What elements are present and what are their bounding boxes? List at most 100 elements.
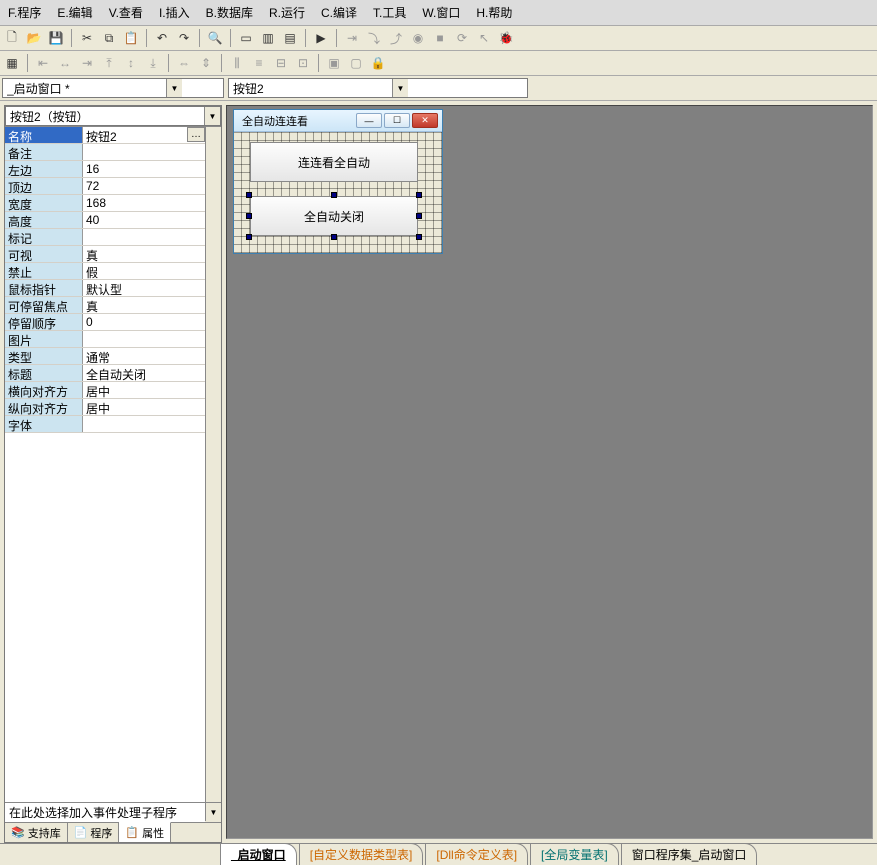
property-row[interactable]: 可视真 <box>5 246 205 263</box>
property-row[interactable]: 鼠标指针默认型 <box>5 280 205 297</box>
property-row[interactable]: 顶边72 <box>5 178 205 195</box>
property-value[interactable]: 16 <box>83 161 205 177</box>
property-value[interactable]: 居中 <box>83 399 205 415</box>
vertical-scrollbar[interactable] <box>205 127 221 802</box>
property-row[interactable]: 名称按钮2… <box>5 127 205 144</box>
btab-custom-types[interactable]: [自定义数据类型表] <box>299 843 424 865</box>
property-value[interactable]: 168 <box>83 195 205 211</box>
minimize-button[interactable]: — <box>356 113 382 128</box>
property-value[interactable]: 真 <box>83 297 205 313</box>
property-value[interactable]: 居中 <box>83 382 205 398</box>
menu-program[interactable]: F.程序 <box>4 2 45 23</box>
resize-handle-nw[interactable] <box>246 192 252 198</box>
menu-insert[interactable]: I.插入 <box>155 2 194 23</box>
form-body[interactable]: 连连看全自动 全自动关闭 <box>234 132 442 253</box>
property-row[interactable]: 标题全自动关闭 <box>5 365 205 382</box>
breakpoint-icon[interactable]: ◉ <box>408 28 428 48</box>
control-combo[interactable]: ▼ <box>228 78 528 98</box>
stop-icon[interactable]: ■ <box>430 28 450 48</box>
same-width-icon[interactable]: ⇔ <box>174 53 194 73</box>
resize-handle-n[interactable] <box>331 192 337 198</box>
event-selector[interactable]: ▼ <box>5 802 221 822</box>
resize-handle-w[interactable] <box>246 213 252 219</box>
property-value[interactable]: 40 <box>83 212 205 228</box>
resize-handle-sw[interactable] <box>246 234 252 240</box>
run-icon[interactable]: ▶ <box>311 28 331 48</box>
property-value[interactable] <box>83 229 205 245</box>
property-value[interactable] <box>83 144 205 160</box>
btab-window-procs[interactable]: 窗口程序集_启动窗口 <box>621 843 758 865</box>
chevron-down-icon[interactable]: ▼ <box>204 107 220 125</box>
property-value[interactable]: 通常 <box>83 348 205 364</box>
object-selector-input[interactable] <box>6 107 204 125</box>
btab-startup-window[interactable]: _启动窗口 <box>220 843 297 865</box>
redo-icon[interactable]: ↷ <box>174 28 194 48</box>
property-row[interactable]: 可停留焦点真 <box>5 297 205 314</box>
event-selector-input[interactable] <box>5 803 205 822</box>
property-value[interactable]: 假 <box>83 263 205 279</box>
control-combo-input[interactable] <box>229 79 392 97</box>
ellipsis-button[interactable]: … <box>187 127 205 142</box>
tab-properties[interactable]: 📋 属性 <box>119 822 171 842</box>
property-value[interactable] <box>83 331 205 347</box>
property-row[interactable]: 宽度168 <box>5 195 205 212</box>
tab-support-lib[interactable]: 📚 支持库 <box>5 823 68 842</box>
align-middle-icon[interactable]: ↕ <box>121 53 141 73</box>
resize-handle-s[interactable] <box>331 234 337 240</box>
step-into-icon[interactable]: ⤵ <box>364 28 384 48</box>
send-back-icon[interactable]: ▢ <box>346 53 366 73</box>
form-titlebar[interactable]: 全自动连连看 — ☐ ✕ <box>234 110 442 132</box>
grid-icon[interactable]: ▦ <box>2 53 22 73</box>
menu-tools[interactable]: T.工具 <box>369 2 410 23</box>
tab-program[interactable]: 📄 程序 <box>68 823 120 842</box>
design-surface[interactable]: 全自动连连看 — ☐ ✕ 连连看全自动 全自动关闭 <box>226 105 873 839</box>
layout1-icon[interactable]: ▭ <box>236 28 256 48</box>
property-row[interactable]: 字体 <box>5 416 205 433</box>
design-button-1[interactable]: 连连看全自动 <box>250 142 418 182</box>
menu-database[interactable]: B.数据库 <box>202 2 257 23</box>
align-left-icon[interactable]: ⇤ <box>33 53 53 73</box>
property-row[interactable]: 禁止假 <box>5 263 205 280</box>
menu-view[interactable]: V.查看 <box>105 2 147 23</box>
dist-v-icon[interactable]: ≡ <box>249 53 269 73</box>
btab-global-vars[interactable]: [全局变量表] <box>530 843 619 865</box>
property-row[interactable]: 左边16 <box>5 161 205 178</box>
property-row[interactable]: 横向对齐方式居中 <box>5 382 205 399</box>
property-row[interactable]: 标记 <box>5 229 205 246</box>
center-h-icon[interactable]: ⊟ <box>271 53 291 73</box>
center-v-icon[interactable]: ⊡ <box>293 53 313 73</box>
menu-run[interactable]: R.运行 <box>265 2 309 23</box>
property-value[interactable]: 72 <box>83 178 205 194</box>
paste-icon[interactable]: 📋 <box>121 28 141 48</box>
align-right-icon[interactable]: ⇥ <box>77 53 97 73</box>
property-row[interactable]: 类型通常 <box>5 348 205 365</box>
property-value[interactable]: 全自动关闭 <box>83 365 205 381</box>
property-row[interactable]: 纵向对齐方式居中 <box>5 399 205 416</box>
open-file-icon[interactable]: 📂 <box>24 28 44 48</box>
menu-help[interactable]: H.帮助 <box>472 2 516 23</box>
bring-front-icon[interactable]: ▣ <box>324 53 344 73</box>
chevron-down-icon[interactable]: ▼ <box>205 803 221 821</box>
menu-window[interactable]: W.窗口 <box>418 2 464 23</box>
chevron-down-icon[interactable]: ▼ <box>166 79 182 97</box>
property-row[interactable]: 高度40 <box>5 212 205 229</box>
new-file-icon[interactable]: 🗋 <box>2 28 22 48</box>
btab-dll-commands[interactable]: [Dll命令定义表] <box>425 843 528 865</box>
property-value[interactable]: 按钮2… <box>83 127 205 143</box>
property-value[interactable]: 0 <box>83 314 205 330</box>
same-height-icon[interactable]: ⇕ <box>196 53 216 73</box>
resize-handle-se[interactable] <box>416 234 422 240</box>
align-top-icon[interactable]: ⤒ <box>99 53 119 73</box>
tool-icon[interactable]: 🐞 <box>496 28 516 48</box>
undo-icon[interactable]: ↶ <box>152 28 172 48</box>
align-bottom-icon[interactable]: ⤓ <box>143 53 163 73</box>
cursor-icon[interactable]: ↖ <box>474 28 494 48</box>
maximize-button[interactable]: ☐ <box>384 113 410 128</box>
form-designer[interactable]: 全自动连连看 — ☐ ✕ 连连看全自动 全自动关闭 <box>233 109 443 254</box>
resize-handle-e[interactable] <box>416 213 422 219</box>
property-value[interactable] <box>83 416 205 432</box>
menu-edit[interactable]: E.编辑 <box>53 2 96 23</box>
close-button[interactable]: ✕ <box>412 113 438 128</box>
object-selector[interactable]: ▼ <box>5 106 221 127</box>
align-center-h-icon[interactable]: ↔ <box>55 53 75 73</box>
